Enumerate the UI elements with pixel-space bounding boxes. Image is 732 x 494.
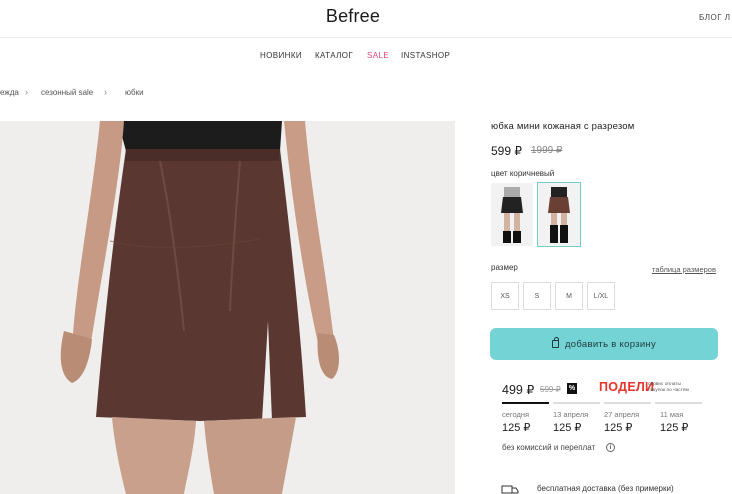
product-photo[interactable] [0, 121, 455, 494]
add-to-cart-label: добавить в корзину [564, 338, 657, 350]
delivery-truck-icon [501, 485, 519, 494]
podeli-tagline: сервис оплаты покупок по частям [648, 382, 689, 393]
podeli-installment-widget[interactable]: 499 ₽ 599 ₽ % ПОДЕЛИ сервис оплаты покуп… [490, 370, 718, 460]
nav-item-instashop[interactable]: INSTASHOP [401, 51, 450, 60]
size-label: размер [491, 263, 518, 272]
black-skirt-thumbnail-icon [491, 183, 533, 246]
brown-skirt-thumbnail-icon [538, 183, 580, 246]
color-swatch-brown[interactable] [537, 182, 581, 247]
product-old-price: 1999 ₽ [531, 145, 563, 156]
header-blog-link[interactable]: БЛОГ Л [699, 13, 731, 22]
size-button-xs[interactable]: XS [491, 282, 519, 310]
info-icon[interactable]: i [606, 443, 615, 452]
installment-progress-segment [502, 402, 549, 404]
installment-progress-segment [553, 402, 600, 404]
site-header: Befree БЛОГ Л [0, 0, 732, 38]
nav-item-catalog[interactable]: КАТАЛОГ [315, 51, 353, 60]
installment-amount: 125 ₽ [604, 422, 633, 434]
installment-date: сегодня [502, 410, 530, 419]
breadcrumb-item-skirts[interactable]: юбки [125, 88, 144, 97]
percent-badge-icon: % [567, 383, 577, 394]
podeli-price: 499 ₽ [502, 383, 535, 397]
color-label: цвет коричневый [491, 169, 555, 178]
installment-date: 27 апреля [604, 410, 640, 419]
color-swatch-black[interactable] [491, 183, 533, 246]
size-button-s[interactable]: S [523, 282, 551, 310]
podeli-old-price: 599 ₽ [540, 385, 561, 394]
installment-progress-segment [655, 402, 702, 404]
breadcrumb-chevron-icon: › [104, 87, 107, 97]
product-price: 599 ₽ [491, 144, 522, 158]
nav-item-novinki[interactable]: НОВИНКИ [260, 51, 302, 60]
add-to-cart-button[interactable]: добавить в корзину [490, 328, 718, 360]
installment-amount: 125 ₽ [502, 422, 531, 434]
skirt-photo-illustration [0, 121, 455, 494]
breadcrumb-item-clothes[interactable]: ежда [0, 88, 19, 97]
installment-date: 13 апреля [553, 410, 589, 419]
nav-item-sale[interactable]: SALE [367, 51, 389, 60]
podeli-note: без комиссий и переплат [502, 443, 596, 452]
product-title: юбка мини кожаная с разрезом [491, 121, 635, 132]
installment-amount: 125 ₽ [660, 422, 689, 434]
size-table-link[interactable]: таблица размеров [652, 265, 716, 274]
breadcrumb-item-season-sale[interactable]: сезонный sale [41, 88, 93, 97]
podeli-logo: ПОДЕЛИ [599, 380, 655, 394]
brand-logo[interactable]: Befree [0, 6, 706, 27]
breadcrumb-chevron-icon: › [25, 87, 28, 97]
installment-date: 11 мая [660, 410, 684, 419]
size-button-l-xl[interactable]: L/XL [587, 282, 615, 310]
installment-progress-segment [604, 402, 651, 404]
free-delivery-text: бесплатная доставка (без примерки) [537, 484, 674, 493]
size-button-m[interactable]: M [555, 282, 583, 310]
shopping-bag-icon [551, 337, 559, 348]
installment-amount: 125 ₽ [553, 422, 582, 434]
